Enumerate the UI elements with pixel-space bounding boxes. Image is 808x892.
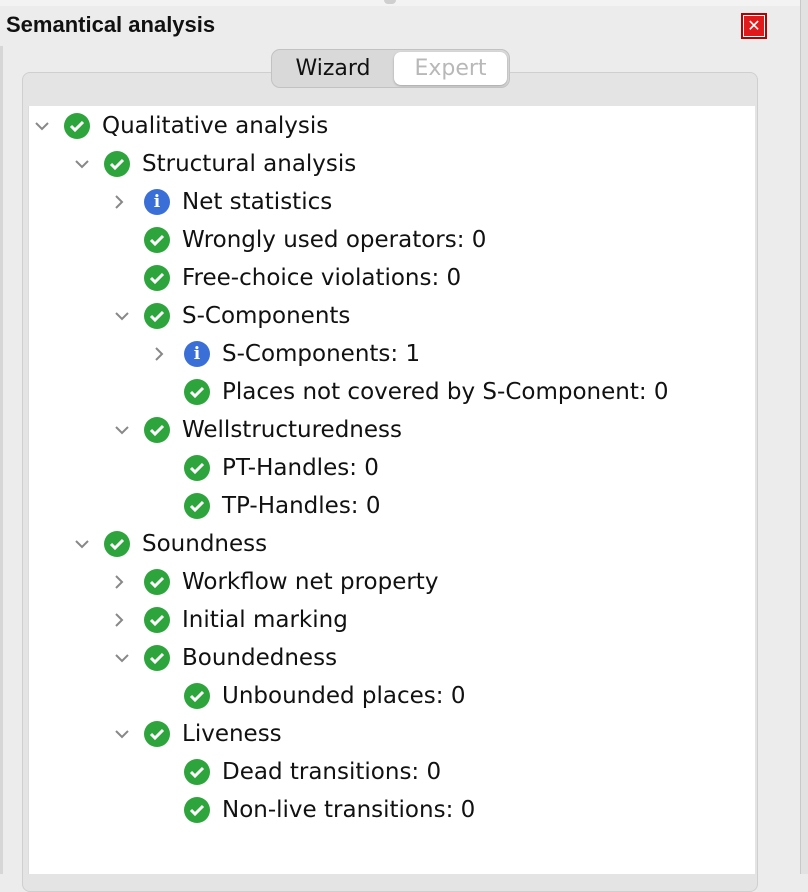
check-icon bbox=[144, 417, 170, 443]
close-button[interactable]: ✕ bbox=[741, 13, 767, 39]
check-icon bbox=[184, 379, 210, 405]
tree-node-unbounded-places[interactable]: Unbounded places: 0 bbox=[154, 677, 465, 715]
tree-node-tp-handles[interactable]: TP-Handles: 0 bbox=[154, 487, 381, 525]
tree-node-structural-analysis[interactable]: Structural analysis bbox=[74, 145, 356, 183]
tree-node-s-components[interactable]: S-Components bbox=[114, 297, 350, 335]
chevron-down-icon[interactable] bbox=[114, 639, 144, 677]
tab-expert[interactable]: Expert bbox=[394, 52, 507, 85]
tree-node-label: Places not covered by S-Component: 0 bbox=[222, 379, 669, 405]
left-edge bbox=[0, 6, 3, 874]
tree-node-label: Free-choice violations: 0 bbox=[182, 265, 462, 291]
chevron-right-icon[interactable] bbox=[114, 563, 144, 601]
tree-node-label: Boundedness bbox=[182, 645, 338, 671]
tree-node-label: Wrongly used operators: 0 bbox=[182, 227, 487, 253]
panel-title: Semantical analysis bbox=[6, 12, 216, 37]
tree-node-net-statistics[interactable]: i Net statistics bbox=[114, 183, 332, 221]
check-icon bbox=[184, 683, 210, 709]
check-icon bbox=[184, 493, 210, 519]
tree-node-label: Workflow net property bbox=[182, 569, 439, 595]
tree-node-non-live-transitions[interactable]: Non-live transitions: 0 bbox=[154, 791, 475, 829]
tree-node-label: Soundness bbox=[142, 531, 268, 557]
check-icon bbox=[184, 797, 210, 823]
resize-knob[interactable] bbox=[384, 0, 396, 4]
chevron-down-icon[interactable] bbox=[114, 411, 144, 449]
tree-node-label: Dead transitions: 0 bbox=[222, 759, 442, 785]
check-icon bbox=[144, 607, 170, 633]
chevron-down-icon[interactable] bbox=[74, 145, 104, 183]
tree-node-boundedness[interactable]: Boundedness bbox=[114, 639, 337, 677]
tree-node-label: Initial marking bbox=[182, 607, 348, 633]
info-icon: i bbox=[184, 341, 210, 367]
chevron-down-icon[interactable] bbox=[34, 107, 64, 145]
check-icon bbox=[184, 455, 210, 481]
tree-node-label: TP-Handles: 0 bbox=[222, 493, 381, 519]
check-icon bbox=[184, 759, 210, 785]
chevron-right-icon[interactable] bbox=[154, 335, 184, 373]
tree-node-label: S-Components: 1 bbox=[222, 341, 421, 367]
right-scroll-strip bbox=[800, 0, 808, 874]
tree-node-label: Structural analysis bbox=[142, 151, 357, 177]
tree-node-dead-transitions[interactable]: Dead transitions: 0 bbox=[154, 753, 441, 791]
tree-node-initial-marking[interactable]: Initial marking bbox=[114, 601, 348, 639]
check-icon bbox=[144, 569, 170, 595]
chevron-right-icon[interactable] bbox=[114, 183, 144, 221]
panel-header: Semantical analysis ✕ bbox=[0, 6, 800, 46]
tree-node-s-components-count[interactable]: i S-Components: 1 bbox=[154, 335, 420, 373]
tree-node-label: Liveness bbox=[182, 721, 282, 747]
check-icon bbox=[104, 151, 130, 177]
check-icon bbox=[104, 531, 130, 557]
tree-node-label: Non-live transitions: 0 bbox=[222, 797, 476, 823]
tree-node-liveness[interactable]: Liveness bbox=[114, 715, 282, 753]
tree-node-label: Wellstructuredness bbox=[182, 417, 402, 443]
tree-node-label: Net statistics bbox=[182, 189, 333, 215]
tree-node-pt-handles[interactable]: PT-Handles: 0 bbox=[154, 449, 379, 487]
tree-node-qualitative-analysis[interactable]: Qualitative analysis bbox=[34, 107, 328, 145]
mode-tabs: Wizard Expert bbox=[271, 49, 510, 88]
check-icon bbox=[144, 265, 170, 291]
tree-node-label: S-Components bbox=[182, 303, 351, 329]
chevron-down-icon[interactable] bbox=[74, 525, 104, 563]
tree-node-wellstructuredness[interactable]: Wellstructuredness bbox=[114, 411, 402, 449]
check-icon bbox=[144, 227, 170, 253]
close-icon: ✕ bbox=[744, 16, 764, 36]
tree-node-places-not-covered[interactable]: Places not covered by S-Component: 0 bbox=[154, 373, 669, 411]
chevron-down-icon[interactable] bbox=[114, 715, 144, 753]
check-icon bbox=[144, 721, 170, 747]
tree-node-free-choice-violations[interactable]: Free-choice violations: 0 bbox=[114, 259, 461, 297]
tree-node-label: PT-Handles: 0 bbox=[222, 455, 379, 481]
chevron-right-icon[interactable] bbox=[114, 601, 144, 639]
tree-node-wrongly-used-operators[interactable]: Wrongly used operators: 0 bbox=[114, 221, 486, 259]
check-icon bbox=[64, 113, 90, 139]
tab-wizard[interactable]: Wizard bbox=[272, 50, 394, 87]
check-icon bbox=[144, 645, 170, 671]
tree-node-label: Qualitative analysis bbox=[102, 113, 329, 139]
tree-node-soundness[interactable]: Soundness bbox=[74, 525, 267, 563]
chevron-down-icon[interactable] bbox=[114, 297, 144, 335]
tree-node-workflow-net-property[interactable]: Workflow net property bbox=[114, 563, 438, 601]
check-icon bbox=[144, 303, 170, 329]
tree-node-label: Unbounded places: 0 bbox=[222, 683, 466, 709]
info-icon: i bbox=[144, 189, 170, 215]
